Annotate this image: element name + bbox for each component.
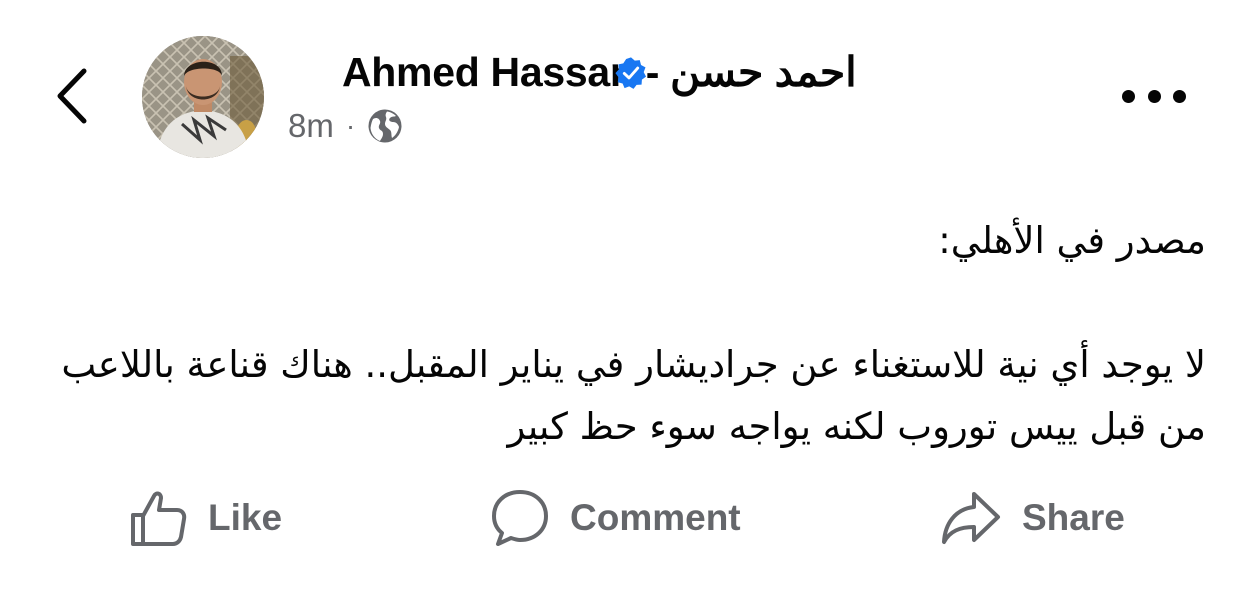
more-options-button[interactable] [1122,82,1186,110]
post-timestamp[interactable]: 8m [288,107,334,145]
post-actions-bar: Like Comment Share [0,478,1242,558]
dot-3 [1173,89,1186,103]
share-label: Share [1022,497,1125,538]
share-arrow-icon [942,492,1000,544]
post-line-content: لا يوجد أي نية للاستغناء عن جراديشار في … [61,343,1206,448]
meta-separator: · [345,110,356,141]
verified-badge-icon [614,54,648,89]
chevron-left-icon [57,68,87,124]
dot-1 [1122,89,1135,103]
author-avatar[interactable] [142,36,264,158]
comment-label: Comment [570,497,741,538]
author-name-row: Ahmed Hassan - احمد حسن [342,44,857,100]
post-meta: 8m · [288,104,403,148]
facebook-post-view: Ahmed Hassan - احمد حسن 8m · مصدر في الأ… [0,0,1242,595]
post-body: مصدر في الأهلي: لا يوجد أي نية للاستغناء… [50,210,1206,458]
avatar-photo [142,36,264,158]
like-label: Like [208,497,283,538]
comment-bubble-icon [492,490,548,546]
share-button[interactable]: Share [940,478,1125,558]
dot-2 [1147,89,1161,103]
back-button[interactable] [44,62,100,130]
globe-icon[interactable] [367,108,403,144]
like-button[interactable]: Like [128,478,282,558]
post-line-source: مصدر في الأهلي: [938,219,1206,262]
thumbs-up-icon [131,491,187,546]
author-name[interactable]: Ahmed Hassan - احمد حسن [342,48,857,96]
comment-button[interactable]: Comment [490,478,741,558]
